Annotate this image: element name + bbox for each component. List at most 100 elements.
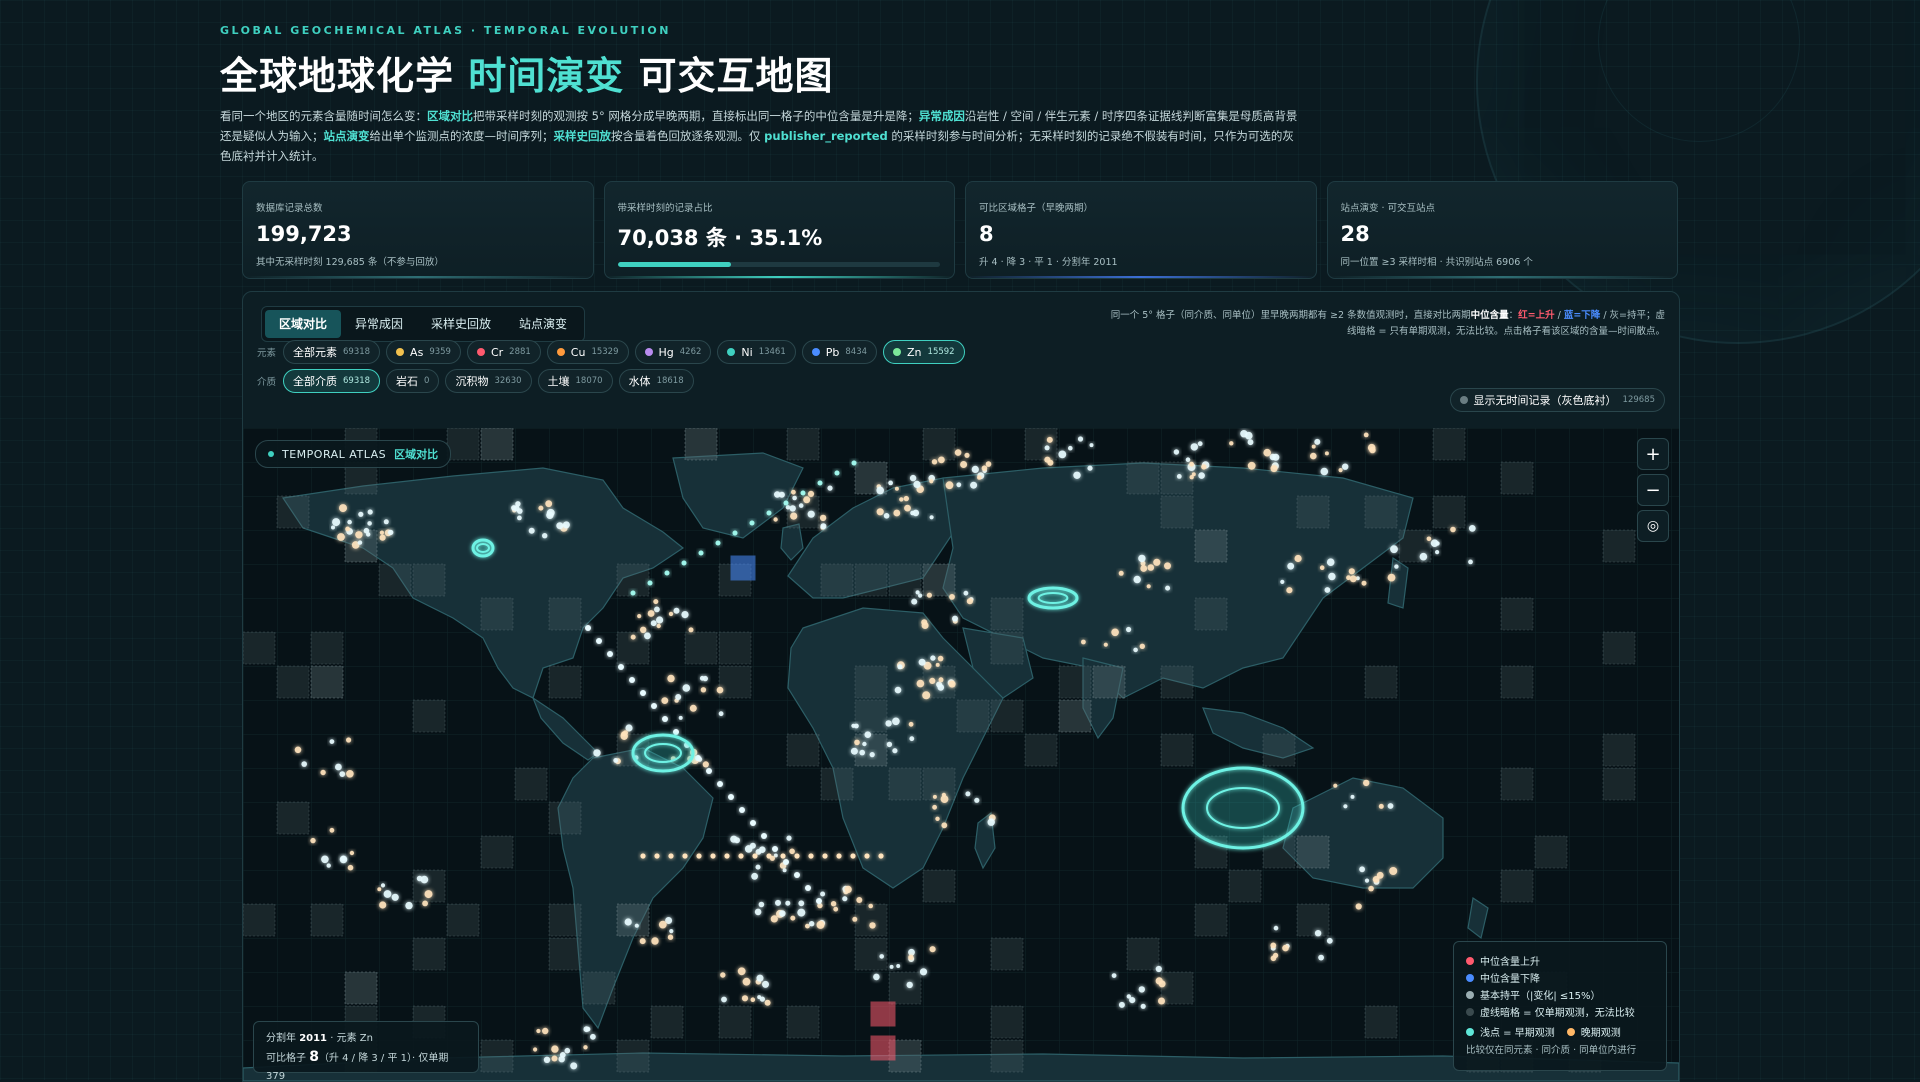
- mode-tabs: 区域对比 异常成因 采样史回放 站点演变: [261, 306, 586, 342]
- stat-value: 70,038 条 · 35.1%: [617, 226, 823, 250]
- early-observation-point: [702, 675, 708, 682]
- early-observation-point: [1394, 564, 1399, 569]
- media-chip[interactable]: 土壤 18070: [537, 369, 613, 393]
- early-observation-point: [1435, 550, 1440, 555]
- late-observation-point: [1164, 562, 1171, 570]
- element-chip[interactable]: Ni 13461: [717, 340, 796, 364]
- early-observation-point: [930, 655, 936, 661]
- late-observation-point: [1389, 867, 1398, 875]
- late-observation-point: [836, 853, 842, 859]
- compared-cell: [870, 1035, 896, 1061]
- tab-1[interactable]: 区域对比: [265, 310, 342, 338]
- no-time-records-toggle[interactable]: 显示无时间记录（灰色底衬） 129685: [1449, 388, 1665, 412]
- early-observation-point: [662, 716, 668, 722]
- single-period-cell: [1160, 665, 1194, 699]
- late-observation-point: [876, 508, 884, 516]
- late-observation-point: [1363, 432, 1369, 438]
- world-map[interactable]: TEMPORAL ATLAS 区域对比 + − ◎ 分割年 2011 · 元素 …: [243, 428, 1679, 1081]
- late-observation-point: [945, 481, 954, 490]
- element-color-dot-icon: [476, 348, 485, 356]
- tab-3[interactable]: 采样史回放: [417, 310, 505, 338]
- media-chip[interactable]: 岩石 0: [386, 369, 440, 393]
- element-chip[interactable]: Cu 15329: [546, 340, 629, 364]
- tab-4[interactable]: 站点演变: [505, 310, 581, 338]
- element-chip[interactable]: As 9359: [386, 340, 461, 364]
- stat-accent-bar: [966, 276, 1316, 278]
- early-observation-point: [817, 480, 823, 486]
- page-title: 全球地球化学 时间演变 可交互地图: [220, 45, 1640, 100]
- single-period-cell: [1194, 597, 1228, 631]
- description-keyword: 区域对比: [427, 109, 473, 123]
- legend-period-row: 浅点 = 早期观测 晚期观测: [1466, 1023, 1654, 1040]
- late-observation-point: [551, 1055, 558, 1062]
- zoom-in-button[interactable]: +: [1637, 438, 1669, 470]
- late-observation-point: [935, 816, 940, 821]
- early-observation-point: [782, 868, 787, 873]
- late-observation-point: [1346, 575, 1351, 581]
- page-description: 看同一个地区的元素含量随时间怎么变：区域对比把带采样时刻的观测按 5° 网格分成…: [220, 106, 1300, 166]
- early-observation-point: [971, 465, 979, 473]
- media-chip[interactable]: 水体 18618: [618, 369, 694, 393]
- single-period-cell: [1432, 428, 1466, 461]
- media-chip-count: 69318: [343, 376, 371, 386]
- single-period-cell: [1058, 699, 1092, 733]
- late-observation-point: [794, 853, 800, 859]
- early-observation-point: [794, 872, 800, 878]
- late-observation-point: [790, 915, 796, 921]
- element-chip-label: As: [410, 345, 424, 359]
- single-period-cell: [548, 665, 582, 699]
- element-chip[interactable]: Zn 15592: [883, 340, 965, 364]
- early-observation-point: [634, 923, 639, 928]
- early-observation-point: [779, 910, 786, 917]
- early-observation-point: [805, 885, 811, 891]
- stat-label: 站点演变 · 可交互站点: [1340, 203, 1436, 214]
- region-outline: [1181, 766, 1305, 850]
- early-observation-point: [644, 632, 651, 640]
- early-observation-point: [894, 686, 902, 694]
- single-period-cell: [1364, 495, 1398, 529]
- media-chip[interactable]: 全部介质 69318: [283, 369, 381, 393]
- element-chip-count: 15592: [927, 347, 955, 357]
- single-period-cell: [310, 665, 344, 699]
- early-observation-point: [321, 855, 329, 864]
- stat-accent-bar: [604, 276, 954, 278]
- late-observation-point: [640, 853, 646, 859]
- early-observation-point: [909, 474, 917, 482]
- late-observation-point: [929, 946, 936, 953]
- zoom-out-button[interactable]: −: [1637, 474, 1669, 506]
- early-observation-point: [897, 664, 903, 670]
- early-observation-point: [785, 900, 791, 906]
- legend-label: 中位含量上升: [1480, 957, 1540, 968]
- late-observation-point: [938, 456, 945, 464]
- late-observation-point: [422, 900, 428, 907]
- early-observation-point: [896, 964, 901, 968]
- locate-button[interactable]: ◎: [1637, 510, 1669, 542]
- early-observation-point: [515, 501, 521, 507]
- single-period-cell: [1024, 733, 1058, 767]
- element-chip[interactable]: Pb 8434: [801, 340, 878, 364]
- early-observation-point: [1089, 443, 1094, 448]
- late-observation-point: [1286, 587, 1293, 594]
- early-observation-point: [827, 485, 833, 491]
- early-observation-point: [758, 901, 765, 908]
- media-chip-count: 18070: [575, 376, 603, 386]
- element-chip[interactable]: 全部元素 69318: [283, 340, 381, 364]
- single-period-cell: [276, 495, 310, 529]
- tab-2[interactable]: 异常成因: [341, 310, 417, 338]
- early-observation-point: [772, 846, 778, 852]
- stat-accent-bar: [243, 276, 593, 278]
- late-observation-point: [294, 746, 302, 754]
- media-chip-label: 水体: [628, 375, 651, 388]
- single-period-cell: [1194, 529, 1228, 563]
- early-observation-point: [876, 486, 884, 495]
- late-observation-point: [724, 853, 730, 859]
- element-chip[interactable]: Cr 2881: [466, 340, 541, 364]
- info-text: 分割年: [266, 1033, 300, 1044]
- late-observation-point: [536, 1028, 541, 1034]
- early-observation-point: [706, 768, 712, 774]
- early-observation-point: [889, 964, 894, 969]
- late-observation-point: [551, 1045, 559, 1053]
- element-chip[interactable]: Hg 4262: [634, 340, 712, 364]
- media-chip[interactable]: 沉积物 32630: [445, 369, 532, 393]
- late-observation-point: [682, 853, 688, 859]
